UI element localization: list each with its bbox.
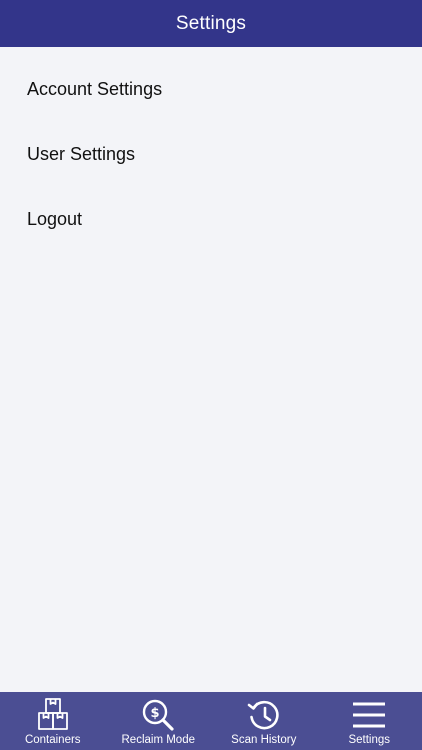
tab-settings[interactable]: Settings xyxy=(317,692,422,750)
tab-scan-history[interactable]: Scan History xyxy=(211,692,317,750)
svg-text:$: $ xyxy=(151,706,160,721)
menu-item-user-settings[interactable]: User Settings xyxy=(0,122,422,187)
menu-item-account-settings[interactable]: Account Settings xyxy=(0,57,422,122)
tab-label-settings: Settings xyxy=(348,734,391,746)
history-icon xyxy=(244,697,284,733)
tab-containers[interactable]: Containers xyxy=(0,692,106,750)
header-bar: Settings xyxy=(0,0,422,47)
page-title: Settings xyxy=(175,12,247,34)
boxes-icon xyxy=(33,697,73,733)
menu-item-logout[interactable]: Logout xyxy=(0,187,422,252)
tab-label-scan-history: Scan History xyxy=(231,734,297,746)
tab-reclaim-mode[interactable]: $ Reclaim Mode xyxy=(106,692,212,750)
tab-label-containers: Containers xyxy=(24,734,81,746)
hamburger-menu-icon xyxy=(349,697,389,733)
tab-bar: Containers $ Reclaim Mode Scan History S… xyxy=(0,692,422,750)
dollar-search-icon: $ xyxy=(138,697,178,733)
tab-label-reclaim-mode: Reclaim Mode xyxy=(121,734,196,746)
settings-menu: Account Settings User Settings Logout xyxy=(0,47,422,252)
